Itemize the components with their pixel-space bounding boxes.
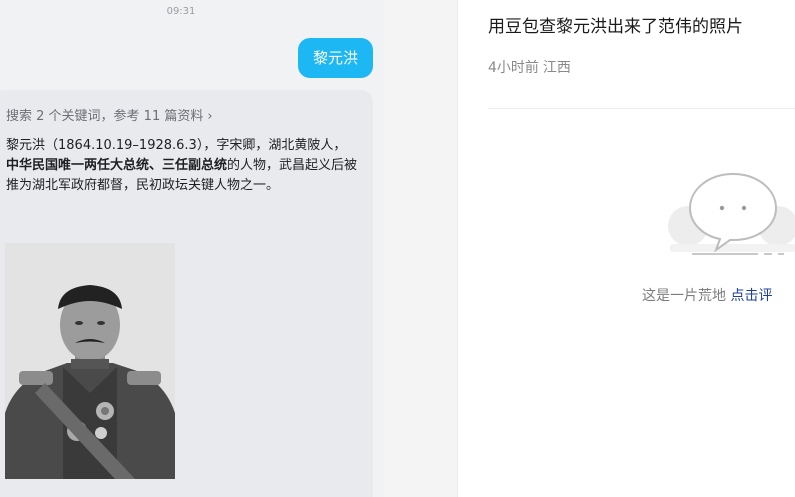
comment-link[interactable]: 点击评 (730, 288, 772, 304)
chevron-right-icon: › (207, 109, 213, 124)
empty-state-illustration (668, 168, 795, 268)
search-summary-link[interactable]: 搜索 2 个关键词，参考 11 篇资料 › (6, 105, 213, 124)
answer-text-1: 黎元洪（1864.10.19–1928.6.3），字宋卿，湖北黄陂人， (6, 138, 347, 153)
empty-state-label: 这是一片荒地 (642, 288, 726, 304)
speech-bubble-icon (668, 172, 795, 255)
assistant-answer-text: 黎元洪（1864.10.19–1928.6.3），字宋卿，湖北黄陂人， 中华民国唯… (6, 136, 358, 196)
post-location: 江西 (542, 60, 571, 76)
answer-bold-text: 中华民国唯一两任大总统、三任副总统 (6, 158, 228, 173)
post-meta: 4小时前 江西 (488, 57, 571, 77)
empty-state-text: 这是一片荒地 点击评 (642, 285, 772, 305)
search-summary-text: 搜索 2 个关键词，参考 11 篇资料 (6, 109, 204, 124)
divider (488, 108, 795, 109)
portrait-image (5, 243, 175, 479)
post-title[interactable]: 用豆包查黎元洪出来了范伟的照片 (488, 12, 743, 37)
chat-screenshot: 09:31 黎元洪 搜索 2 个关键词，参考 11 篇资料 › 黎元洪（1864.… (0, 0, 384, 497)
post-panel: 用豆包查黎元洪出来了范伟的照片 4小时前 江西 这是一片荒地 点击评 (457, 0, 795, 497)
message-timestamp: 09:31 (166, 6, 196, 17)
post-time: 4小时前 (488, 60, 539, 76)
panel-gap (384, 0, 457, 497)
user-message-bubble: 黎元洪 (298, 38, 373, 78)
portrait-photo[interactable] (5, 243, 175, 479)
